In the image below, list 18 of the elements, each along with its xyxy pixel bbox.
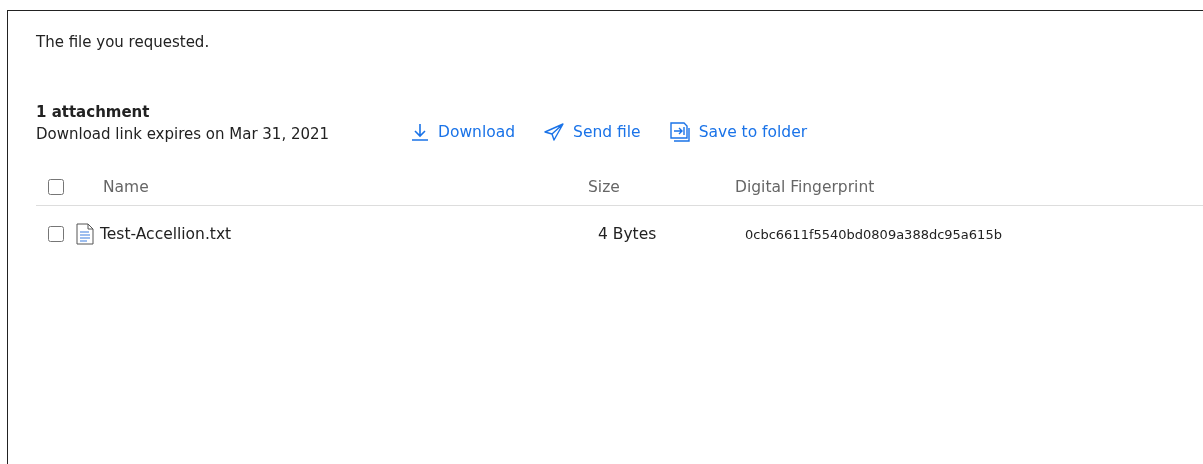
message-text: The file you requested.: [36, 33, 211, 51]
fingerprint-text: 0cbc6611f5540bd0809a388dc95a615b: [745, 226, 1002, 242]
column-header: Digital Fingerprint: [735, 178, 875, 196]
download-icon: [410, 122, 430, 142]
expiry-text: Download link expires on Mar 31, 2021: [36, 125, 331, 143]
select-all-checkbox[interactable]: [48, 179, 64, 195]
column-header: Size: [588, 178, 621, 196]
column-header: Name: [102, 178, 150, 196]
send-button[interactable]: Send file: [543, 121, 641, 143]
download-button[interactable]: Download: [410, 121, 516, 143]
attachment-count: 1 attachment: [36, 103, 151, 121]
folder-import-icon: [668, 121, 691, 143]
file-size: 4 Bytes: [598, 225, 658, 243]
save-button[interactable]: Save to folder: [668, 121, 808, 143]
send-icon: [543, 122, 566, 142]
text-file-icon: [76, 223, 94, 245]
file-name: Test-Accellion.txt: [100, 225, 232, 243]
row-checkbox[interactable]: [48, 226, 64, 242]
